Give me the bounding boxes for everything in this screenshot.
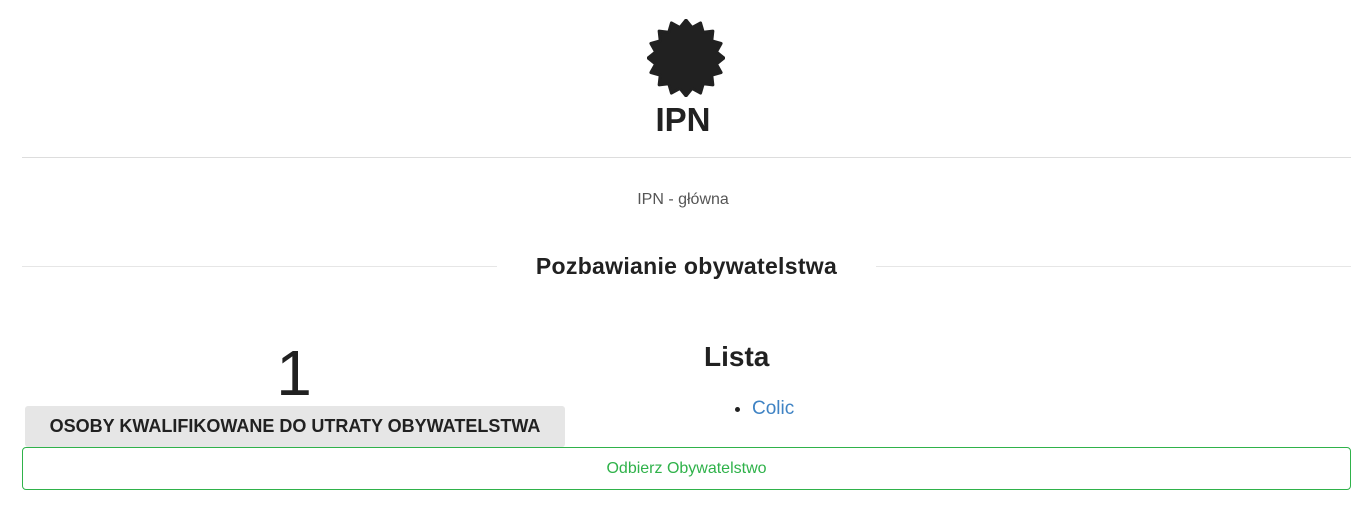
list-item: Colic	[752, 396, 794, 422]
section-title: Pozbawianie obywatelstwa	[535, 253, 838, 279]
person-link[interactable]: Colic	[752, 398, 794, 419]
seal-badge-shape	[647, 19, 725, 97]
list-title: Lista	[704, 341, 770, 372]
person-list: Colic	[704, 396, 794, 422]
breadcrumb-home-link[interactable]: IPN - główna	[0, 189, 1366, 211]
page: IPN IPN - główna Pozbawianie obywatelstw…	[0, 0, 1366, 511]
counter-value: 1	[276, 337, 312, 409]
counter-label: OSOBY KWALIFIKOWANE DO UTRATY OBYWATELST…	[25, 406, 565, 447]
revoke-citizenship-button[interactable]: Odbierz Obywatelstwo	[22, 447, 1351, 490]
header-divider	[22, 157, 1351, 158]
seal-badge-path	[647, 19, 725, 97]
site-title: IPN	[655, 101, 711, 138]
seal-badge-icon	[647, 19, 725, 97]
section-header: Pozbawianie obywatelstwa	[22, 250, 1351, 282]
